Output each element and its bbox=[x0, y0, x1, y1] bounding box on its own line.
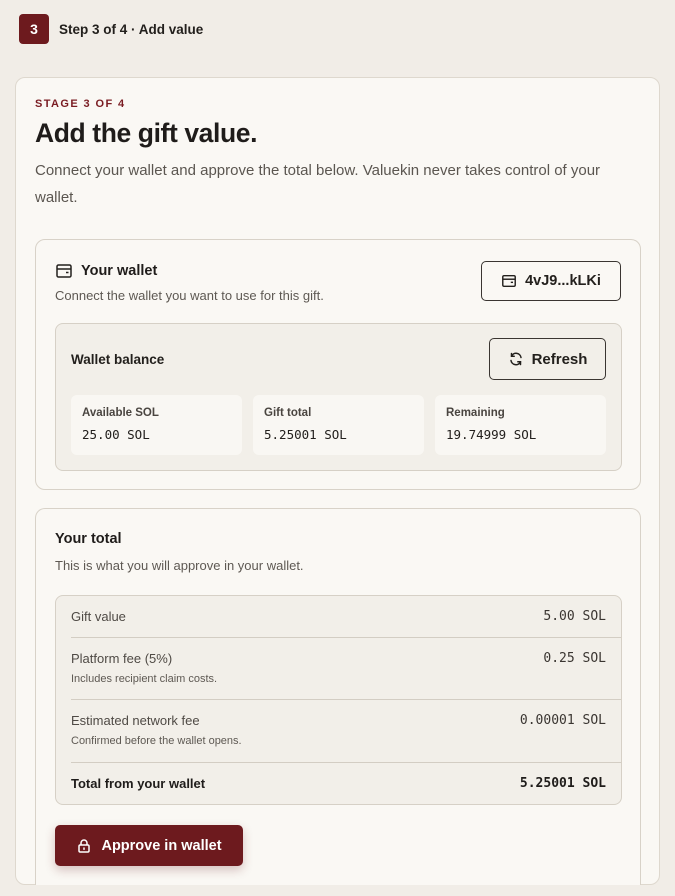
cost-summary: Gift value 5.00 SOL Platform fee (5%) In… bbox=[55, 595, 622, 805]
row-divider bbox=[71, 637, 621, 638]
step-label: Step 3 of 4 · Add value bbox=[59, 21, 204, 37]
row-label: Estimated network fee bbox=[71, 713, 200, 728]
wallet-icon bbox=[55, 262, 73, 280]
approve-label: Approve in wallet bbox=[101, 837, 222, 854]
row-value: 0.00001 SOL bbox=[519, 713, 606, 728]
progress-header: 3 Step 3 of 4 · Add value bbox=[0, 0, 675, 58]
wallet-balance-title: Wallet balance bbox=[71, 352, 165, 367]
refresh-button[interactable]: Refresh bbox=[489, 338, 606, 380]
refresh-label: Refresh bbox=[531, 350, 588, 368]
row-label: Gift value bbox=[71, 609, 126, 624]
page-title: Add the gift value. bbox=[35, 118, 258, 148]
stage-eyebrow: STAGE 3 OF 4 bbox=[35, 98, 126, 110]
stat-value: 19.74999 SOL bbox=[446, 427, 537, 442]
stat-remaining: Remaining 19.74999 SOL bbox=[435, 395, 606, 455]
intro-text: Connect your wallet and approve the tota… bbox=[35, 162, 601, 206]
wallet-subtitle: Connect the wallet you want to use for t… bbox=[55, 288, 324, 303]
stat-label: Available SOL bbox=[82, 407, 159, 419]
approve-in-wallet-button[interactable]: Approve in wallet bbox=[55, 825, 243, 866]
wallet-panel: Your wallet Connect the wallet you want … bbox=[35, 239, 641, 490]
total-title: Your total bbox=[55, 531, 122, 547]
gift-value-card: STAGE 3 OF 4 Add the gift value. Connect… bbox=[15, 77, 660, 885]
lock-icon bbox=[76, 838, 92, 854]
stat-available-sol: Available SOL 25.00 SOL bbox=[71, 395, 242, 455]
row-divider bbox=[71, 699, 621, 700]
wallet-icon bbox=[501, 273, 517, 289]
total-subtitle: This is what you will approve in your wa… bbox=[55, 558, 304, 573]
row-divider bbox=[71, 762, 621, 763]
row-value: 0.25 SOL bbox=[543, 651, 606, 666]
wallet-balance-box: Wallet balance Refresh Available SOL 25.… bbox=[55, 323, 622, 471]
total-panel: Your total This is what you will approve… bbox=[35, 508, 641, 885]
stat-label: Remaining bbox=[446, 407, 505, 419]
refresh-icon bbox=[508, 351, 524, 367]
wallet-title: Your wallet bbox=[55, 262, 157, 280]
wallet-address-button[interactable]: 4vJ9...kLKi bbox=[481, 261, 621, 301]
wallet-address-label: 4vJ9...kLKi bbox=[525, 273, 601, 289]
stat-value: 5.25001 SOL bbox=[264, 427, 347, 442]
row-value: 5.00 SOL bbox=[543, 609, 606, 624]
wallet-title-text: Your wallet bbox=[81, 263, 158, 279]
row-value: 5.25001 SOL bbox=[519, 776, 606, 791]
row-label: Total from your wallet bbox=[71, 776, 206, 791]
row-label: Platform fee (5%) bbox=[71, 651, 173, 666]
stat-label: Gift total bbox=[264, 407, 312, 419]
stat-value: 25.00 SOL bbox=[82, 427, 150, 442]
stat-gift-total: Gift total 5.25001 SOL bbox=[253, 395, 424, 455]
row-note: Confirmed before the wallet opens. bbox=[71, 735, 242, 747]
step-number-badge: 3 bbox=[19, 14, 49, 44]
row-note: Includes recipient claim costs. bbox=[71, 673, 218, 685]
